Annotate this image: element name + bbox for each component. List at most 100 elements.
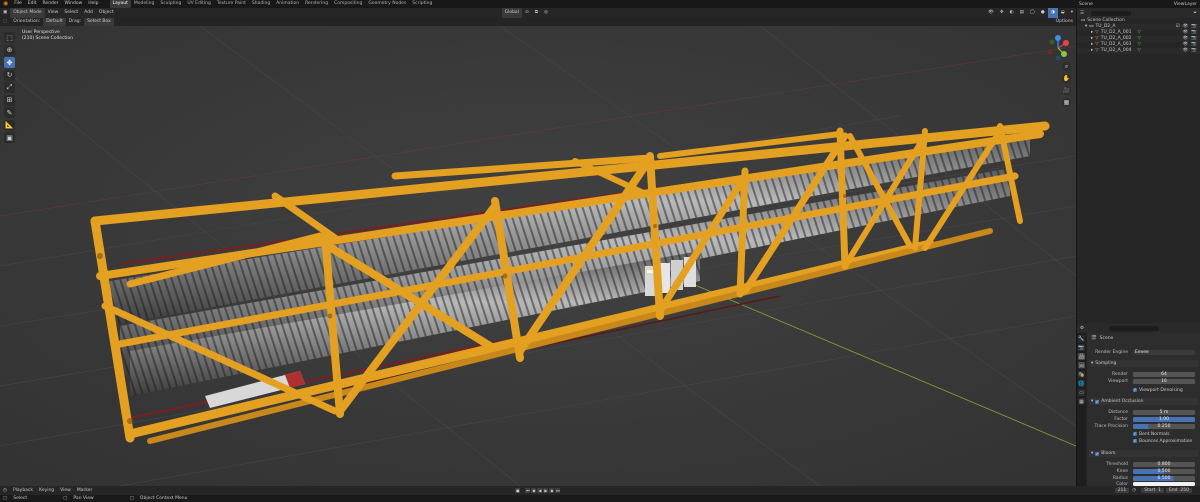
workspace-tab-geometry-nodes[interactable]: Geometry Nodes <box>365 0 409 8</box>
blender-logo-icon[interactable]: ◉ <box>0 0 11 8</box>
menu-help[interactable]: Help <box>85 0 101 8</box>
clock-icon[interactable]: ◷ <box>1129 488 1139 493</box>
editor-type-icon[interactable]: ▣ <box>0 8 10 18</box>
pivot-icon[interactable]: ⊙ <box>522 8 532 18</box>
view-layer-tab-icon[interactable]: 🖼 <box>1078 362 1085 369</box>
workspace-tab-animation[interactable]: Animation <box>273 0 302 8</box>
camera-view-icon[interactable]: 🎥 <box>1062 86 1071 95</box>
ao-section-header[interactable]: ▾ ✓ Ambient Occlusion <box>1089 398 1198 405</box>
xray-toggle-icon[interactable]: ▤ <box>1017 8 1027 18</box>
outliner-editor-icon[interactable]: ☰ <box>1077 11 1087 16</box>
workspace-tab-uv-editing[interactable]: UV Editing <box>184 0 213 8</box>
shading-wireframe-icon[interactable]: ◯ <box>1027 8 1038 18</box>
tool-tab-icon[interactable]: 🔧 <box>1078 335 1085 342</box>
workspace-tab-shading[interactable]: Shading <box>249 0 273 8</box>
play-reverse-icon[interactable]: ◀ <box>537 488 543 493</box>
zoom-icon[interactable]: ⌕ <box>1062 62 1071 71</box>
transform-orientation-selector[interactable]: Global <box>501 8 522 18</box>
move-icon[interactable]: ✥ <box>4 57 15 68</box>
timeline-menu-playback[interactable]: Playback <box>10 488 36 493</box>
active-tool-icon[interactable]: ⬚ <box>0 18 10 26</box>
3d-viewport[interactable]: User Perspective (210) Scene Collection <box>0 26 1076 486</box>
frame-start-field[interactable]: Start 1 <box>1141 488 1164 493</box>
menu-object[interactable]: Object <box>96 8 117 18</box>
view-layer-selector[interactable]: ViewLayer <box>1171 2 1200 7</box>
options-dropdown[interactable]: Options <box>1053 18 1076 26</box>
output-tab-icon[interactable]: 🖨 <box>1078 353 1085 360</box>
bounces-approximation-checkbox[interactable]: ✓ Bounces Approximation <box>1133 439 1192 444</box>
viewport-samples-field[interactable]: 16 <box>1133 378 1195 384</box>
menu-window[interactable]: Window <box>62 0 86 8</box>
ao-distance-field[interactable]: 5 m <box>1133 409 1195 415</box>
workspace-tab-compositing[interactable]: Compositing <box>331 0 365 8</box>
menu-select[interactable]: Select <box>61 8 81 18</box>
timeline-menu-keying[interactable]: Keying <box>36 488 57 493</box>
render-samples-field[interactable]: 64 <box>1133 371 1195 377</box>
collection-tab-icon[interactable]: ▭ <box>1078 389 1085 396</box>
bloom-section-header[interactable]: ▾ ✓ Bloom <box>1089 450 1198 457</box>
shading-rendered-icon[interactable]: ◒ <box>1058 8 1068 18</box>
menu-file[interactable]: File <box>11 0 25 8</box>
add-cube-icon[interactable]: ▣ <box>4 132 15 143</box>
render-engine-dropdown[interactable]: Eevee <box>1133 349 1195 355</box>
outliner-row[interactable]: ▸ ▽ TU_D2_A_004 ▽ 👁 📷 <box>1077 48 1200 54</box>
menu-render[interactable]: Render <box>40 0 62 8</box>
menu-edit[interactable]: Edit <box>25 0 40 8</box>
eye-icon[interactable]: 👁 <box>1183 48 1189 54</box>
properties-editor-icon[interactable]: ⚙ <box>1077 326 1087 331</box>
annotate-icon[interactable]: ✎ <box>4 107 15 118</box>
timeline-editor-icon[interactable]: ◷ <box>0 488 10 493</box>
outliner-search-input[interactable] <box>1091 10 1132 16</box>
pan-hand-icon[interactable]: ✋ <box>1062 74 1071 83</box>
frame-end-field[interactable]: End 250 <box>1165 488 1192 493</box>
menu-add[interactable]: Add <box>81 8 96 18</box>
gizmo-toggle-icon[interactable]: ✥ <box>997 8 1007 18</box>
sampling-section-header[interactable]: ▾ Sampling <box>1089 360 1198 367</box>
overlay-toggle-icon[interactable]: ◐ <box>1007 8 1017 18</box>
viewport-denoising-checkbox[interactable]: ✓ Viewport Denoising <box>1133 388 1183 393</box>
bloom-threshold-field[interactable]: 0.800 <box>1133 461 1195 467</box>
checkbox-icon[interactable]: ☑ <box>1176 24 1180 30</box>
texture-tab-icon[interactable]: ▦ <box>1078 398 1085 405</box>
measure-icon[interactable]: 📐 <box>4 119 15 131</box>
scale-icon[interactable]: ⤢ <box>4 82 15 93</box>
play-icon[interactable]: ▶ <box>543 488 549 493</box>
shading-options-icon[interactable]: ▾ <box>1068 8 1076 18</box>
workspace-tab-scripting[interactable]: Scripting <box>409 0 435 8</box>
bloom-enable-checkbox[interactable]: ✓ <box>1095 451 1100 456</box>
jump-end-icon[interactable]: ⏭ <box>555 488 561 493</box>
mode-selector[interactable]: Object Mode <box>10 8 45 18</box>
ao-trace-precision-field[interactable]: 0.250 <box>1133 423 1195 429</box>
current-frame-field[interactable]: 211 <box>1114 488 1130 493</box>
workspace-tab-modeling[interactable]: Modeling <box>131 0 157 8</box>
ao-enable-checkbox[interactable]: ✓ <box>1095 399 1100 404</box>
orientation-selector[interactable]: Default <box>43 18 66 26</box>
grid-perspective-icon[interactable]: ▦ <box>1062 98 1071 107</box>
properties-search-input[interactable] <box>1109 325 1160 331</box>
prev-keyframe-icon[interactable]: ◆ <box>531 488 537 493</box>
scene-selector[interactable]: Scene <box>1076 2 1096 7</box>
world-tab-icon[interactable]: 🌐 <box>1078 380 1085 387</box>
rotate-icon[interactable]: ↻ <box>4 69 15 81</box>
shading-solid-icon[interactable]: ● <box>1038 8 1048 18</box>
timeline-menu-view[interactable]: View <box>57 488 74 493</box>
select-box-icon[interactable]: ⬚ <box>4 32 15 43</box>
navigation-gizmo[interactable] <box>1044 34 1072 62</box>
bloom-radius-field[interactable]: 6.500 <box>1133 475 1195 481</box>
workspace-tab-rendering[interactable]: Rendering <box>302 0 331 8</box>
menu-view[interactable]: View <box>45 8 62 18</box>
workspace-tab-layout[interactable]: Layout <box>109 0 131 8</box>
next-keyframe-icon[interactable]: ◆ <box>549 488 555 493</box>
workspace-tab-texture-paint[interactable]: Texture Paint <box>214 0 249 8</box>
ao-factor-field[interactable]: 1.00 <box>1133 416 1195 422</box>
cursor-icon[interactable]: ⊕ <box>4 44 15 56</box>
scene-tab-icon[interactable]: 🎭 <box>1078 371 1085 378</box>
bloom-knee-field[interactable]: 0.500 <box>1133 468 1195 474</box>
expand-arrow-icon[interactable]: ▸ <box>1091 48 1093 54</box>
visibility-icon[interactable]: 👁 <box>985 8 997 18</box>
shading-material-icon[interactable]: ◑ <box>1047 8 1058 18</box>
outliner-filter-icon[interactable]: ⏷ <box>1190 10 1200 16</box>
render-tab-icon[interactable]: 📷 <box>1078 344 1085 351</box>
timeline-menu-marker[interactable]: Marker <box>74 488 96 493</box>
workspace-tab-sculpting[interactable]: Sculpting <box>157 0 184 8</box>
